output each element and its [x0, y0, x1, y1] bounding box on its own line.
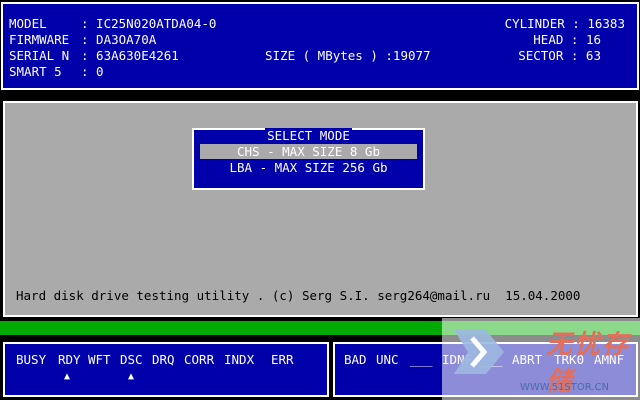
flag-blank-2: ___ — [480, 352, 503, 367]
flag-drq: DRQ — [152, 352, 175, 367]
flag-dsc: DSC — [120, 352, 143, 367]
flag-bad: BAD — [344, 352, 367, 367]
smart-label: SMART 5 — [9, 64, 62, 79]
flag-corr: CORR — [184, 352, 215, 367]
mode-option-lba[interactable]: LBA - MAX SIZE 256 Gb — [200, 160, 417, 175]
mode-option-chs[interactable]: CHS - MAX SIZE 8 Gb — [200, 144, 417, 159]
size-readout: SIZE ( MBytes ) :19077 — [265, 48, 431, 63]
flag-err: ERR — [271, 352, 294, 367]
flag-amnf: AMNF — [594, 352, 625, 367]
flag-trk0: TRK0 — [554, 352, 585, 367]
flag-indx: INDX — [224, 352, 255, 367]
copyright-footer: Hard disk drive testing utility . (c) Se… — [16, 288, 581, 303]
drive-info-panel: MODEL : IC25N020ATDA04-0 FIRMWARE : DA3O… — [1, 2, 639, 90]
serial-value: : 63A630E4261 — [81, 48, 179, 63]
firmware-value: : DA3OA70A — [81, 32, 157, 47]
smart-value: : 0 — [81, 64, 104, 79]
dialog-title: SELECT MODE — [265, 128, 352, 143]
serial-label: SERIAL N — [9, 48, 70, 63]
sector-readout: SECTOR : 63 — [518, 48, 601, 63]
flag-blank-1: ___ — [410, 352, 433, 367]
status-register-panel: BUSY RDY WFT DSC DRQ CORR INDX ERR ▲ ▲ — [3, 342, 329, 397]
flag-busy: BUSY — [16, 352, 47, 367]
model-value: : IC25N020ATDA04-0 — [81, 16, 217, 31]
flag-abrt: ABRT — [512, 352, 543, 367]
model-label: MODEL — [9, 16, 47, 31]
flag-idnf: IDNF — [442, 352, 473, 367]
rdy-indicator-icon: ▲ — [64, 371, 71, 382]
flag-rdy: RDY — [58, 352, 81, 367]
select-mode-dialog: SELECT MODE CHS - MAX SIZE 8 Gb LBA - MA… — [192, 128, 425, 190]
dsc-indicator-icon: ▲ — [128, 371, 135, 382]
error-register-panel: BAD UNC ___ IDNF ___ ABRT TRK0 AMNF — [333, 342, 638, 397]
firmware-label: FIRMWARE — [9, 32, 70, 47]
flag-wft: WFT — [88, 352, 111, 367]
flag-unc: UNC — [376, 352, 399, 367]
progress-bar — [0, 321, 640, 335]
cylinder-readout: CYLINDER : 16383 — [504, 16, 625, 31]
head-readout: HEAD : 16 — [533, 32, 601, 47]
